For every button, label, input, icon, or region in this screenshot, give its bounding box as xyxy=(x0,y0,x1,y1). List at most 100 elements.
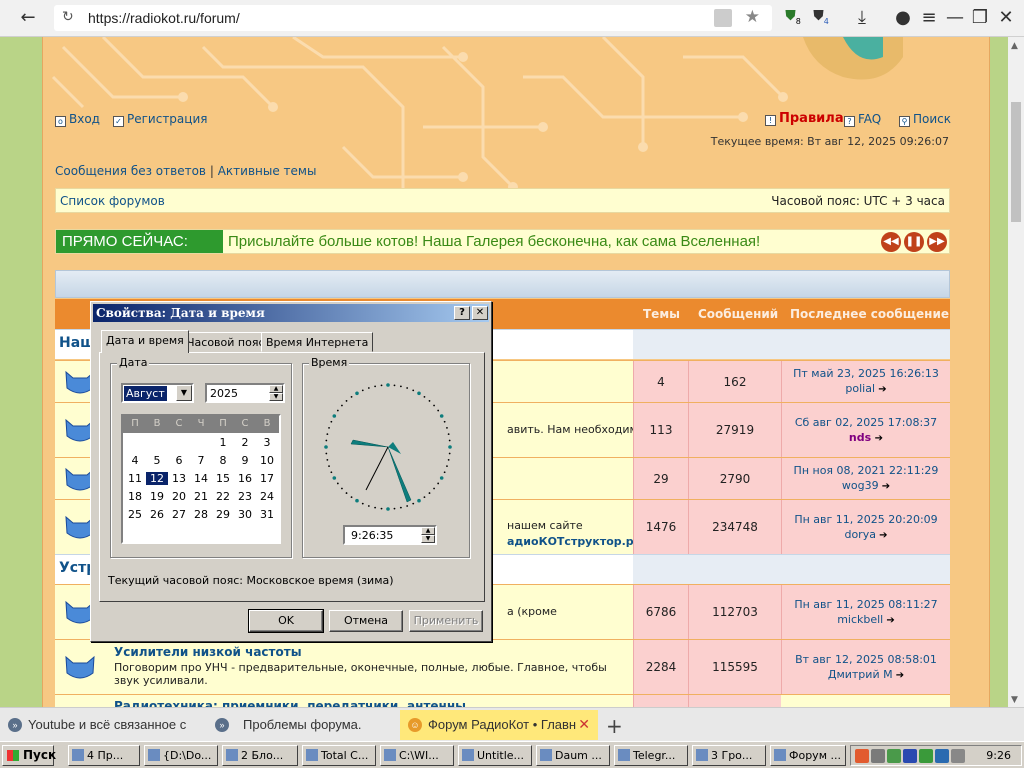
ok-button[interactable]: OK xyxy=(248,609,324,633)
tab-date-time[interactable]: Дата и время xyxy=(101,330,189,353)
calendar-day[interactable]: 31 xyxy=(256,508,278,521)
last-post-user[interactable]: Дмитрий М xyxy=(828,667,904,683)
calendar-grid[interactable]: ПВСЧПСВ 1 2 3 4 5 6 7 8 9 10 11 12 13 14 15 16 17 18 19 20 2… xyxy=(121,414,281,544)
page-scrollbar[interactable]: ▲ ▼ xyxy=(1008,37,1024,707)
shield-extension-icon[interactable]: ⛊8 xyxy=(782,8,804,28)
now-message[interactable]: Присылайте больше котов! Наша Галерея бе… xyxy=(228,233,760,250)
start-button[interactable]: Пуск xyxy=(2,745,56,766)
tab-forum-problems[interactable]: » Проблемы форума. xyxy=(207,710,397,740)
subforum-link[interactable]: адиоКОТструктор.ру xyxy=(507,535,641,548)
time-spinner[interactable]: 9:26:35 ▲ ▼ xyxy=(343,525,437,545)
close-window-icon[interactable]: ✕ xyxy=(994,6,1018,30)
calendar-day[interactable]: 17 xyxy=(256,472,278,485)
dialog-titlebar[interactable]: Свойства: Дата и время ? ✕ xyxy=(93,304,489,322)
calendar-day[interactable]: 10 xyxy=(256,454,278,467)
taskbar-item[interactable]: {D:\Do... xyxy=(144,745,218,766)
forum-title[interactable]: Усилители низкой частоты xyxy=(114,645,302,659)
register-link[interactable]: ✓ Регистрация xyxy=(113,112,207,127)
calendar-day[interactable]: 30 xyxy=(234,508,256,521)
taskbar-item[interactable]: Untitle... xyxy=(458,745,532,766)
spin-down-icon[interactable]: ▼ xyxy=(421,535,435,543)
tab-internet-time[interactable]: Время Интернета xyxy=(261,332,374,352)
spin-up-icon[interactable]: ▲ xyxy=(269,385,283,393)
login-link[interactable]: o Вход xyxy=(55,112,100,127)
calendar-day[interactable]: 27 xyxy=(168,508,190,521)
search-link[interactable]: ⚲ Поиск xyxy=(899,112,951,127)
taskbar-item[interactable]: C:\WI... xyxy=(380,745,454,766)
network-icon[interactable] xyxy=(887,749,901,763)
faq-link[interactable]: ? FAQ xyxy=(844,112,881,127)
last-post-user[interactable]: dorya xyxy=(844,527,887,543)
taskbar-item[interactable]: 4 Пр... xyxy=(68,745,140,766)
tray-util-icon[interactable] xyxy=(919,749,933,763)
last-post-user[interactable]: polial xyxy=(845,381,886,397)
calendar-day[interactable]: 19 xyxy=(146,490,168,503)
calendar-day[interactable]: 24 xyxy=(256,490,278,503)
calendar-day[interactable]: 22 xyxy=(212,490,234,503)
scroll-thumb[interactable] xyxy=(1011,102,1021,222)
forum-row[interactable]: Усилители низкой частоты Поговорим про У… xyxy=(55,639,950,694)
taskbar-item[interactable]: Форум ... xyxy=(770,745,846,766)
calendar-day[interactable]: 3 xyxy=(256,436,278,449)
taskbar-item[interactable]: Daum ... xyxy=(536,745,610,766)
forum-title[interactable]: Радиотехника: приемники, передатчики, ан… xyxy=(114,699,466,707)
calendar-day[interactable]: 1 xyxy=(212,436,234,449)
calendar-day[interactable]: 12 xyxy=(146,472,168,485)
bookmark-star-icon[interactable]: ★ xyxy=(745,7,760,27)
calendar-day[interactable]: 4 xyxy=(124,454,146,467)
close-tab-icon[interactable]: ✕ xyxy=(578,716,590,733)
calendar-day[interactable]: 2 xyxy=(234,436,256,449)
refresh-icon[interactable]: ↻ xyxy=(62,9,74,25)
last-post-user[interactable]: nds xyxy=(849,430,883,446)
month-select[interactable]: Август ▼ xyxy=(121,383,194,403)
calendar-day[interactable]: 8 xyxy=(212,454,234,467)
volume-icon[interactable] xyxy=(871,749,885,763)
address-bar[interactable]: ↻ https://radiokot.ru/forum/ ★ xyxy=(54,5,772,31)
calendar-day[interactable]: 18 xyxy=(124,490,146,503)
menu-icon[interactable]: ≡ xyxy=(917,6,941,30)
url-text[interactable]: https://radiokot.ru/forum/ xyxy=(88,10,240,26)
back-arrow-icon[interactable]: ← xyxy=(16,6,40,30)
tab-timezone[interactable]: Часовой пояс xyxy=(182,332,270,352)
calendar-day[interactable]: 21 xyxy=(190,490,212,503)
calendar-day[interactable]: 13 xyxy=(168,472,190,485)
calendar-day[interactable]: 7 xyxy=(190,454,212,467)
unanswered-link[interactable]: Сообщения без ответов xyxy=(55,164,206,178)
calendar-day[interactable]: 28 xyxy=(190,508,212,521)
vpn-extension-icon[interactable]: ⛊4 xyxy=(810,8,832,28)
restore-icon[interactable]: ❐ xyxy=(968,6,992,30)
active-topics-link[interactable]: Активные темы xyxy=(218,164,317,178)
calendar-day[interactable]: 23 xyxy=(234,490,256,503)
ticker-prev-icon[interactable]: ◀◀ xyxy=(881,232,901,252)
cancel-button[interactable]: Отмена xyxy=(329,610,403,632)
calendar-day[interactable]: 15 xyxy=(212,472,234,485)
time-spin-buttons[interactable]: ▲ ▼ xyxy=(421,527,435,543)
spin-up-icon[interactable]: ▲ xyxy=(421,527,435,535)
minimize-icon[interactable]: — xyxy=(943,6,967,30)
forum-list-link[interactable]: Список форумов xyxy=(60,194,165,208)
tray-monitor-icon[interactable] xyxy=(935,749,949,763)
scroll-down-icon[interactable]: ▼ xyxy=(1011,695,1018,705)
last-post-user[interactable]: mickbell xyxy=(837,612,895,628)
spin-down-icon[interactable]: ▼ xyxy=(269,393,283,401)
taskbar-item[interactable]: 3 Гро... xyxy=(692,745,766,766)
calendar-day[interactable]: 16 xyxy=(234,472,256,485)
tab-youtube[interactable]: » Youtube и всё связанное с xyxy=(0,710,196,740)
close-button[interactable]: ✕ xyxy=(472,306,488,320)
tray-hand-icon[interactable] xyxy=(951,749,965,763)
dropdown-arrow-icon[interactable]: ▼ xyxy=(176,385,192,401)
profile-icon[interactable]: ● xyxy=(891,6,915,30)
calendar-day[interactable]: 20 xyxy=(168,490,190,503)
calendar-day[interactable]: 5 xyxy=(146,454,168,467)
new-tab-icon[interactable]: + xyxy=(606,714,623,738)
taskbar-clock[interactable]: 9:26 xyxy=(986,749,1011,762)
language-icon[interactable] xyxy=(903,749,917,763)
taskbar-item[interactable]: 2 Бло... xyxy=(222,745,298,766)
calendar-day[interactable]: 29 xyxy=(212,508,234,521)
last-post-user[interactable]: wog39 xyxy=(842,478,890,494)
year-spin-buttons[interactable]: ▲ ▼ xyxy=(269,385,283,401)
taskbar-item[interactable]: Telegr... xyxy=(614,745,688,766)
rules-link[interactable]: ! Правила xyxy=(765,111,844,126)
apply-button[interactable]: Применить xyxy=(409,610,483,632)
ticker-next-icon[interactable]: ▶▶ xyxy=(927,232,947,252)
